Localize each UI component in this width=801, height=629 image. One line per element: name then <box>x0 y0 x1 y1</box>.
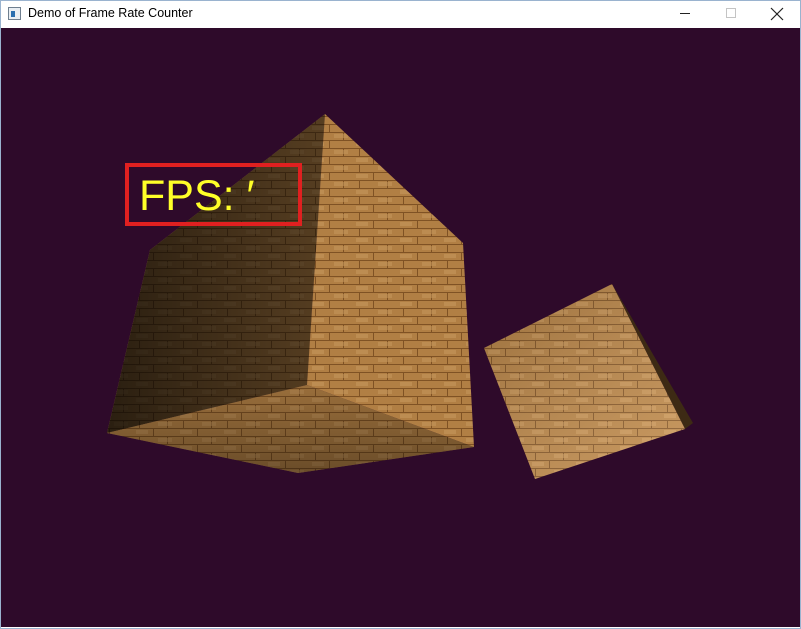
fps-counter: FPS: ′ <box>139 172 255 220</box>
maximize-button[interactable] <box>708 1 754 27</box>
window-title: Demo of Frame Rate Counter <box>28 6 193 20</box>
close-button[interactable] <box>754 1 800 27</box>
minimize-button[interactable] <box>662 1 708 27</box>
title-bar[interactable]: Demo of Frame Rate Counter <box>1 1 800 27</box>
app-window-icon[interactable] <box>8 7 21 20</box>
wooden-cube-small <box>484 284 693 479</box>
maximize-icon <box>726 8 736 18</box>
render-viewport[interactable]: FPS: ′ <box>1 28 800 627</box>
close-icon <box>770 7 784 21</box>
minimize-icon <box>680 13 690 14</box>
3d-scene <box>107 114 693 479</box>
app-window: Demo of Frame Rate Counter FPS: ′ <box>0 0 801 629</box>
